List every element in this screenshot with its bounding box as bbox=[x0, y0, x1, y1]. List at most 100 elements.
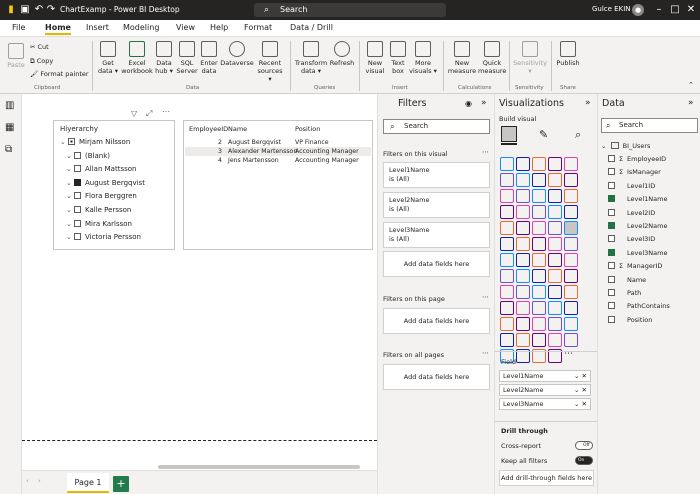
visual-type-icon[interactable] bbox=[500, 189, 514, 203]
visual-type-icon[interactable] bbox=[564, 285, 578, 299]
chevron-down-icon[interactable]: ⌄ bbox=[66, 231, 74, 244]
visual-type-icon[interactable] bbox=[564, 205, 578, 219]
slicer-item[interactable]: ⌄ August Bergqvist bbox=[66, 177, 145, 190]
field-checkbox[interactable] bbox=[608, 222, 615, 229]
visual-type-icon[interactable] bbox=[500, 237, 514, 251]
recent-sources-button[interactable]: Recent sources ▾ bbox=[255, 41, 285, 83]
collapse-filters-icon[interactable]: » bbox=[481, 98, 487, 108]
visual-type-icon[interactable] bbox=[548, 317, 562, 331]
visual-type-icon[interactable] bbox=[564, 269, 578, 283]
visual-type-icon[interactable] bbox=[516, 189, 530, 203]
table-visual[interactable]: EmployeeID Name Position 2 August Bergqvist… bbox=[183, 120, 373, 250]
quick-measure-button[interactable]: Quick measure bbox=[478, 41, 506, 75]
add-drill-through-well[interactable]: Add drill-through fields here bbox=[499, 470, 594, 486]
visual-type-icon[interactable] bbox=[564, 237, 578, 251]
menu-home[interactable]: Home bbox=[45, 23, 71, 35]
visual-type-icon[interactable] bbox=[548, 253, 562, 267]
search-box[interactable]: ⌕ Search bbox=[254, 3, 446, 17]
hierarchy-slicer[interactable]: Hiyerarchy ⌄ Mirjam Nilsson ⌄ (Blank) ⌄ Allan… bbox=[53, 120, 175, 250]
data-field[interactable]: PathContains bbox=[608, 300, 670, 313]
slicer-item[interactable]: ⌄ Kalle Persson bbox=[66, 204, 131, 217]
visual-type-icon[interactable] bbox=[516, 253, 530, 267]
visual-type-icon[interactable] bbox=[516, 317, 530, 331]
filter-card[interactable]: Level1Name is (All) bbox=[383, 162, 490, 188]
visual-type-icon[interactable] bbox=[516, 173, 530, 187]
format-visual-icon[interactable]: ✎ bbox=[539, 128, 548, 141]
data-field[interactable]: Level3Name bbox=[608, 247, 667, 260]
visual-type-icon[interactable] bbox=[516, 237, 530, 251]
sensitivity-button[interactable]: Sensitivity ▾ bbox=[512, 41, 548, 75]
visual-type-icon[interactable] bbox=[500, 285, 514, 299]
next-page-icon[interactable]: › bbox=[38, 477, 41, 485]
visual-type-icon[interactable] bbox=[532, 221, 546, 235]
visual-type-icon[interactable] bbox=[500, 269, 514, 283]
collapse-ribbon-icon[interactable]: ⌃ bbox=[688, 81, 694, 89]
visual-type-icon[interactable] bbox=[532, 253, 546, 267]
publish-button[interactable]: Publish bbox=[554, 41, 582, 67]
paste-button[interactable]: Paste bbox=[5, 43, 27, 69]
visual-type-icon[interactable] bbox=[548, 205, 562, 219]
table-node[interactable]: ⌄ BI_Users bbox=[601, 140, 650, 153]
visual-type-icon[interactable] bbox=[564, 173, 578, 187]
slicer-item[interactable]: ⌄ Mira Karlsson bbox=[66, 218, 132, 231]
field-checkbox[interactable] bbox=[608, 315, 615, 323]
page-tab[interactable]: Page 1 bbox=[67, 473, 109, 493]
add-visual-filter-well[interactable]: Add data fields here bbox=[383, 251, 490, 277]
field-checkbox[interactable] bbox=[608, 208, 615, 216]
visual-type-icon[interactable] bbox=[548, 301, 562, 315]
visual-type-icon[interactable] bbox=[532, 237, 546, 251]
remove-field-icon[interactable]: ⌄ ✕ bbox=[574, 371, 587, 381]
menu-format[interactable]: Format bbox=[244, 23, 272, 32]
filter-icon[interactable]: ▽ bbox=[131, 109, 137, 118]
format-painter-button[interactable]: 🖌 Format painter bbox=[30, 70, 89, 78]
prev-page-icon[interactable]: ‹ bbox=[26, 477, 29, 485]
visual-type-icon[interactable] bbox=[500, 205, 514, 219]
slicer-checkbox[interactable] bbox=[68, 138, 75, 145]
data-hub-button[interactable]: Data hub ▾ bbox=[154, 41, 174, 75]
slicer-item[interactable]: ⌄ (Blank) bbox=[66, 150, 110, 163]
data-field[interactable]: Level1ID bbox=[608, 180, 655, 193]
visual-type-icon[interactable] bbox=[548, 221, 562, 235]
new-visual-button[interactable]: New visual bbox=[362, 41, 388, 75]
keep-filters-toggle[interactable]: On bbox=[575, 456, 593, 465]
visual-type-icon[interactable] bbox=[516, 333, 530, 347]
filters-search-input[interactable]: ⌕ Search bbox=[383, 119, 490, 134]
visual-type-icon[interactable] bbox=[516, 157, 530, 171]
more-options-icon[interactable]: ⋯ bbox=[482, 148, 489, 156]
visual-type-icon[interactable] bbox=[564, 157, 578, 171]
focus-mode-icon[interactable]: ⤢ bbox=[146, 109, 152, 119]
menu-view[interactable]: View bbox=[176, 23, 195, 32]
field-well-item[interactable]: Level1Name ⌄ ✕ bbox=[499, 370, 591, 382]
chevron-down-icon[interactable]: ⌄ bbox=[66, 150, 74, 163]
data-search-input[interactable]: ⌕ Search bbox=[601, 118, 698, 133]
new-measure-button[interactable]: New measure bbox=[446, 41, 478, 75]
remove-field-icon[interactable]: ⌄ ✕ bbox=[574, 399, 587, 409]
minimize-icon[interactable]: – bbox=[652, 3, 666, 17]
visual-type-icon[interactable] bbox=[532, 173, 546, 187]
field-checkbox[interactable] bbox=[608, 302, 615, 310]
visual-type-icon[interactable] bbox=[548, 173, 562, 187]
visual-type-icon[interactable] bbox=[516, 205, 530, 219]
visual-type-icon[interactable] bbox=[548, 269, 562, 283]
enter-data-button[interactable]: Enter data bbox=[199, 41, 219, 75]
slicer-checkbox[interactable] bbox=[74, 151, 81, 159]
visual-type-icon[interactable] bbox=[532, 301, 546, 315]
visual-type-icon[interactable] bbox=[532, 333, 546, 347]
field-checkbox[interactable] bbox=[608, 168, 615, 176]
transform-data-button[interactable]: Transform data ▾ bbox=[294, 41, 328, 75]
report-view-icon[interactable]: ▥ bbox=[5, 100, 14, 111]
more-options-icon[interactable]: ⋯ bbox=[162, 107, 170, 116]
field-checkbox[interactable] bbox=[608, 195, 615, 203]
avatar[interactable]: ● bbox=[632, 4, 644, 16]
data-field[interactable]: Path bbox=[608, 287, 641, 300]
add-all-filter-well[interactable]: Add data fields here bbox=[383, 364, 490, 390]
visual-type-icon[interactable] bbox=[532, 285, 546, 299]
filter-card[interactable]: Level3Name is (All) bbox=[383, 222, 490, 248]
maximize-icon[interactable]: □ bbox=[668, 3, 682, 17]
refresh-button[interactable]: Refresh bbox=[328, 41, 356, 67]
visual-type-icon[interactable] bbox=[500, 157, 514, 171]
more-options-icon[interactable]: ⋯ bbox=[482, 293, 489, 301]
horizontal-scrollbar[interactable] bbox=[158, 465, 360, 469]
table-row[interactable]: 3 Alexander Martensson Accounting Manager bbox=[185, 147, 371, 156]
field-checkbox[interactable] bbox=[608, 262, 615, 270]
